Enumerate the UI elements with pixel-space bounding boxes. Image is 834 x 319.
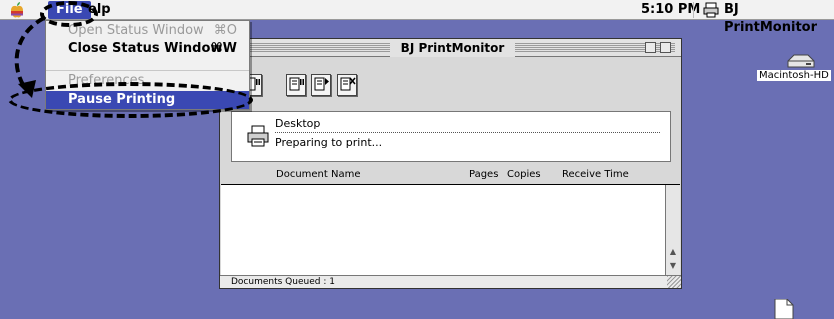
hard-disk-label[interactable]: Macintosh-HD (757, 70, 831, 81)
document-icon[interactable] (773, 299, 795, 319)
annotation-arrow (14, 16, 45, 98)
highlight-oval-pause-printing (8, 82, 253, 118)
hard-disk-icon[interactable] (786, 53, 816, 69)
